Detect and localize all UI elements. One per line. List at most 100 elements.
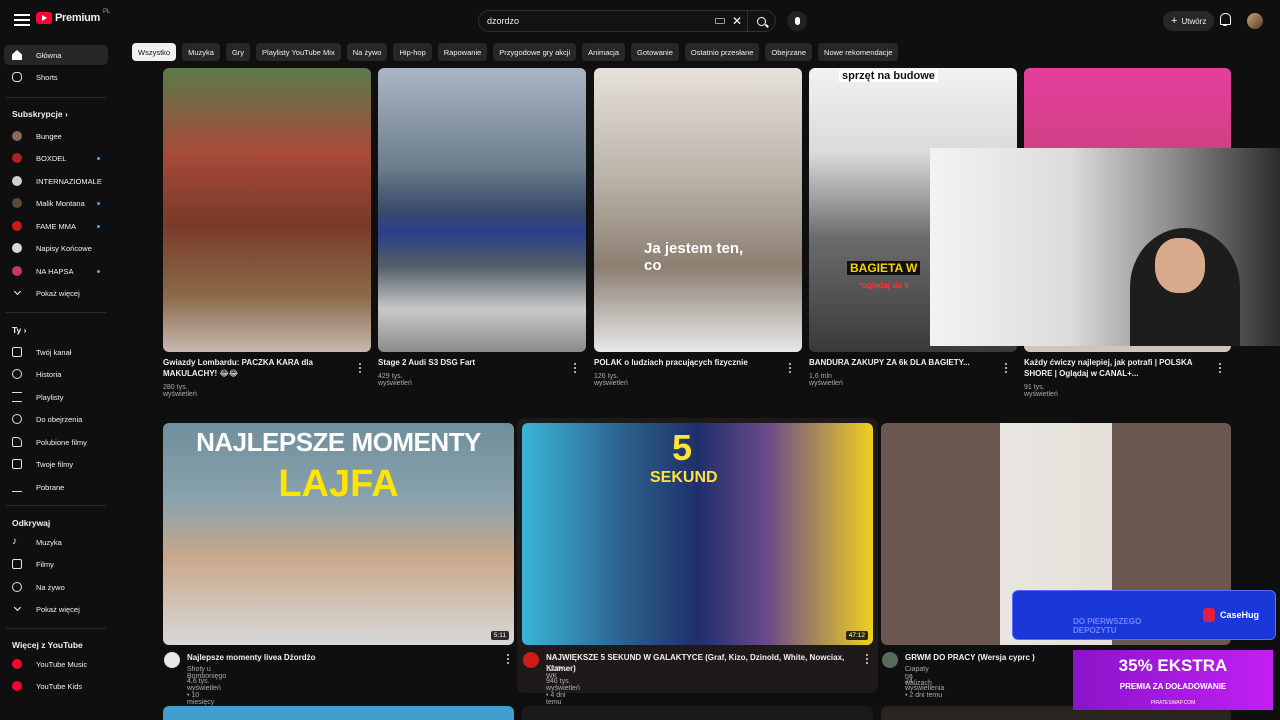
short-thumbnail[interactable] [378, 68, 586, 352]
channel-avatar [12, 176, 22, 186]
chip[interactable]: Animacja [582, 43, 626, 61]
sidebar-item-subscription[interactable]: Napisy Końcowe [4, 238, 108, 258]
keyboard-icon[interactable] [715, 18, 725, 24]
video-title[interactable]: POLAK o ludziach pracujących fizycznie [594, 357, 779, 368]
sidebar-item-subscription[interactable]: Malik Montana [4, 193, 108, 213]
video-thumbnail-partial[interactable] [522, 706, 873, 720]
short-thumbnail[interactable] [163, 68, 371, 352]
video-thumbnail-partial[interactable] [163, 706, 514, 720]
more-options-icon[interactable] [574, 363, 577, 374]
youtube-kids-icon [12, 681, 22, 691]
search-button[interactable] [747, 11, 775, 31]
more-options-icon[interactable] [359, 363, 362, 374]
new-content-dot [97, 156, 100, 160]
chip[interactable]: Gotowanie [631, 43, 679, 61]
sidebar-item-liked[interactable]: Polubione filmy [4, 432, 108, 452]
sidebar-item-subscription[interactable]: BOXDEL [4, 148, 108, 168]
video-title[interactable]: NAJWIĘKSZE 5 SEKUND W GALAKTYCE (Graf, K… [546, 652, 856, 674]
video-title[interactable]: Gwiazdy Lombardu: PACZKA KARA dla MAKULA… [163, 357, 348, 379]
sidebar-item-your-videos[interactable]: Twoje filmy [4, 454, 108, 474]
sidebar-item-youtube-kids[interactable]: YouTube Kids [4, 676, 108, 696]
chip[interactable]: Playlisty YouTube Mix [256, 43, 341, 61]
voice-search-button[interactable] [787, 11, 807, 31]
menu-icon[interactable] [14, 14, 30, 26]
channel-avatar[interactable] [882, 652, 898, 668]
channel-avatar[interactable] [164, 652, 180, 668]
like-icon [12, 437, 22, 447]
sidebar-item-watch-later[interactable]: Do obejrzenia [4, 409, 108, 429]
search-icon [757, 16, 766, 26]
you-heading[interactable]: Ty › [12, 325, 27, 335]
sidebar-show-more-explore[interactable]: Pokaż więcej [4, 599, 108, 619]
more-options-icon[interactable] [1219, 363, 1222, 374]
promo-url: PIRATESWAP.COM [1150, 700, 1196, 706]
sidebar-item-downloads[interactable]: Pobrane [4, 477, 108, 497]
sidebar-item-live[interactable]: Na żywo [4, 577, 108, 597]
channel-avatar[interactable] [523, 652, 539, 668]
sidebar-item-shorts[interactable]: Shorts [4, 67, 108, 87]
chip[interactable]: Rapowanie [437, 43, 488, 61]
sidebar-item-subscription[interactable]: FAME MMA [4, 216, 108, 236]
your-videos-icon [12, 459, 22, 469]
chip[interactable]: Ostatnio przesłane [684, 43, 760, 61]
video-thumbnail[interactable]: 5 SEKUND 47:12 [522, 423, 873, 645]
chip[interactable]: Obejrzane [765, 43, 813, 61]
divider [6, 628, 106, 629]
new-content-dot [97, 201, 100, 205]
search-box[interactable]: dzordzo ✕ [478, 10, 776, 32]
sidebar-item-history[interactable]: Historia [4, 364, 108, 384]
sidebar-item-subscription[interactable]: INTERNAZIOMALE [4, 171, 108, 191]
short-thumbnail[interactable]: Ja jestem ten, co [594, 68, 802, 352]
video-thumbnail[interactable]: NAJLEPSZE MOMENTY LAJFA 5:11 [163, 423, 514, 645]
chip[interactable]: Wszystko [132, 43, 177, 61]
chip[interactable]: Hip-hop [393, 43, 432, 61]
youtube-logo[interactable]: Premium PL [36, 9, 110, 24]
search-input[interactable]: dzordzo [487, 16, 715, 26]
sidebar-item-youtube-music[interactable]: YouTube Music [4, 654, 108, 674]
chip[interactable]: Muzyka [182, 43, 220, 61]
sponsor-brand: CaseHug [1220, 610, 1260, 620]
more-options-icon[interactable] [789, 363, 792, 374]
sidebar-item-subscription[interactable]: Bungee [4, 126, 108, 146]
sidebar-item-home[interactable]: Główna [4, 45, 108, 65]
more-options-icon[interactable] [507, 654, 510, 665]
chip[interactable]: Przygodowe gry akcji [493, 43, 577, 61]
caption-overlay: sprzęt na budowe [839, 70, 938, 82]
view-count: 280 tys. wyświetleń [163, 384, 197, 398]
divider [6, 97, 106, 98]
chip[interactable]: Na żywo [346, 43, 388, 61]
create-button[interactable]: + Utwórz [1163, 11, 1215, 31]
thumbnail-text: SEKUND [650, 469, 718, 486]
thumbnail-text: 5 [672, 427, 693, 468]
more-options-icon[interactable] [866, 654, 869, 665]
account-avatar[interactable] [1247, 13, 1263, 29]
sidebar: Główna Shorts Subskrypcje › Bungee BOXDE… [0, 42, 110, 720]
video-title[interactable]: BANDURA ZAKUPY ZA 6k DLA BAGIETY... [809, 357, 994, 368]
sidebar-item-films[interactable]: Filmy [4, 554, 108, 574]
clear-search-icon[interactable]: ✕ [731, 15, 743, 27]
plus-icon: + [1171, 15, 1178, 27]
subscriptions-heading[interactable]: Subskrypcje › [12, 109, 68, 119]
sponsor-banner: DO PIERWSZEGO DEPOZYTU CaseHug [1012, 590, 1276, 640]
chevron-down-icon [13, 287, 22, 296]
sidebar-show-more-subs[interactable]: Pokaż więcej [4, 283, 108, 303]
more-options-icon[interactable] [1005, 363, 1008, 374]
channel-avatar [12, 221, 22, 231]
explore-heading: Odkrywaj [12, 518, 51, 528]
video-title[interactable]: Każdy ćwiczy najlepiej, jak potrafi | PO… [1024, 357, 1219, 379]
sidebar-item-music[interactable]: ♪ Muzyka [4, 532, 108, 552]
masthead: Premium PL dzordzo ✕ + Utwórz [0, 0, 1280, 42]
sidebar-item-playlists[interactable]: Playlisty [4, 387, 108, 407]
music-icon: ♪ [12, 536, 17, 547]
duration-badge: 5:11 [490, 631, 509, 640]
notifications-icon[interactable] [1219, 13, 1231, 26]
history-icon [12, 369, 22, 379]
sidebar-item-your-channel[interactable]: Twój kanał [4, 342, 108, 362]
sidebar-item-subscription[interactable]: NA HAPSA [4, 261, 108, 281]
download-icon [12, 482, 22, 492]
video-title[interactable]: Stage 2 Audi S3 DSG Fart [378, 357, 563, 368]
chip[interactable]: Nowe rekomendacje [818, 43, 899, 61]
video-title[interactable]: Najlepsze momenty livea Dżordżo [187, 652, 487, 663]
chip[interactable]: Gry [225, 43, 251, 61]
promo-banner: 35% EKSTRA PREMIA ZA DOŁADOWANIE PIRATES… [1073, 650, 1273, 710]
